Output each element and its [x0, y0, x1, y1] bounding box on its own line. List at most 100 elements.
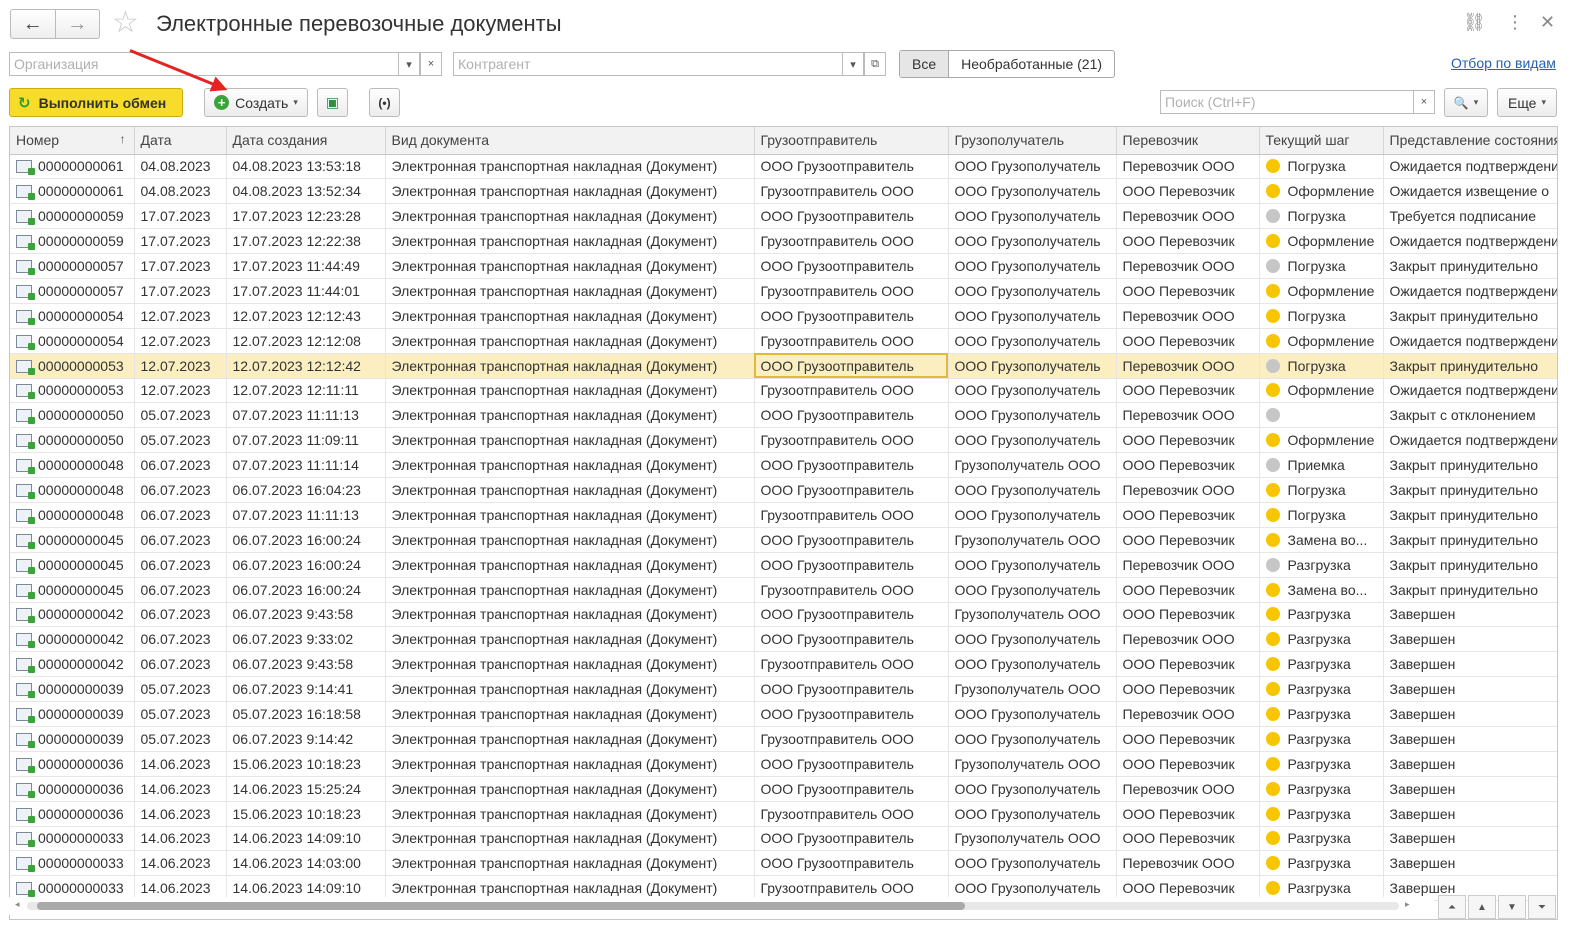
created-cell[interactable]: 06.07.2023 16:00:24 [226, 552, 386, 578]
document-kind-cell[interactable]: Электронная транспортная накладная (Доку… [385, 278, 755, 304]
link-icon[interactable]: ⛓ [1463, 10, 1486, 34]
consignee-cell[interactable]: Грузополучатель ООО [948, 826, 1117, 852]
document-kind-cell[interactable]: Электронная транспортная накладная (Доку… [385, 701, 755, 727]
date-cell[interactable]: 06.07.2023 [134, 626, 227, 653]
search-button[interactable]: 🔍 ▾ [1444, 88, 1488, 117]
created-cell[interactable]: 06.07.2023 9:14:41 [226, 676, 386, 703]
consignee-cell[interactable]: ООО Грузополучатель [948, 701, 1117, 727]
created-cell[interactable]: 06.07.2023 16:04:23 [226, 477, 386, 503]
consignee-cell[interactable]: ООО Грузополучатель [948, 353, 1117, 379]
table-row[interactable]: 00000000039 05.07.2023 06.07.2023 9:14:42 Э… [10, 726, 1557, 752]
counterparty-open-button[interactable]: ⧉ [864, 52, 886, 76]
search-clear-button[interactable]: × [1413, 90, 1435, 114]
shipper-cell[interactable]: ООО Грузоотправитель [754, 452, 949, 479]
date-cell[interactable]: 14.06.2023 [134, 850, 227, 877]
number-cell[interactable]: 00000000036 [10, 751, 135, 777]
number-cell[interactable]: 00000000039 [10, 701, 135, 727]
number-cell[interactable]: 00000000045 [10, 577, 135, 603]
document-kind-cell[interactable]: Электронная транспортная накладная (Доку… [385, 801, 755, 827]
kind-filter-link[interactable]: Отбор по видам [1451, 55, 1556, 71]
number-cell[interactable]: 00000000048 [10, 477, 135, 503]
date-cell[interactable]: 12.07.2023 [134, 378, 227, 404]
table-row[interactable]: 00000000054 12.07.2023 12.07.2023 12:12:43… [10, 303, 1557, 329]
current-step-cell[interactable]: Приемка [1259, 452, 1384, 479]
consignee-cell[interactable]: ООО Грузополучатель [948, 477, 1117, 503]
carrier-cell[interactable]: ООО Перевозчик [1116, 751, 1260, 777]
shipper-cell[interactable]: ООО Грузоотправитель [754, 826, 949, 852]
current-step-cell[interactable]: Погрузка [1259, 154, 1384, 180]
current-step-cell[interactable]: Оформление [1259, 328, 1384, 354]
shipper-cell[interactable]: ООО Грузоотправитель [754, 626, 949, 653]
state-cell[interactable]: Ожидается подтверждение [1383, 278, 1557, 304]
current-step-cell[interactable]: Оформление [1259, 228, 1384, 255]
table-row[interactable]: 00000000048 06.07.2023 07.07.2023 11:11:14… [10, 452, 1557, 479]
forward-button[interactable]: → [54, 10, 100, 38]
document-kind-cell[interactable]: Электронная транспортная накладная (Доку… [385, 577, 755, 603]
table-row[interactable]: 00000000061 04.08.2023 04.08.2023 13:53:18… [10, 154, 1557, 180]
table-row[interactable]: 00000000048 06.07.2023 07.07.2023 11:11:13… [10, 502, 1557, 528]
table-row[interactable]: 00000000036 14.06.2023 14.06.2023 15:25:24… [10, 776, 1557, 802]
search-field[interactable] [1160, 90, 1414, 114]
consignee-cell[interactable]: ООО Грузополучатель [948, 203, 1117, 230]
shipper-cell[interactable]: Грузоотправитель ООО [754, 328, 949, 354]
consignee-cell[interactable]: ООО Грузополучатель [948, 626, 1117, 653]
table-row[interactable]: 00000000050 05.07.2023 07.07.2023 11:09:11… [10, 427, 1557, 454]
column-header[interactable]: Вид документа [385, 127, 755, 155]
signal-button[interactable]: (•) [369, 88, 400, 117]
current-step-cell[interactable]: Замена во... [1259, 577, 1384, 603]
shipper-cell[interactable]: Грузоотправитель ООО [754, 502, 949, 528]
filter-all-button[interactable]: Все [900, 51, 950, 77]
shipper-cell[interactable]: Грузоотправитель ООО [754, 228, 949, 255]
date-cell[interactable]: 06.07.2023 [134, 602, 227, 628]
carrier-cell[interactable]: ООО Перевозчик [1116, 278, 1260, 304]
document-kind-cell[interactable]: Электронная транспортная накладная (Доку… [385, 452, 755, 479]
consignee-cell[interactable]: ООО Грузополучатель [948, 502, 1117, 528]
organization-dropdown-button[interactable]: ▾ [398, 52, 420, 76]
table-row[interactable]: 00000000050 05.07.2023 07.07.2023 11:11:13… [10, 402, 1557, 429]
table-row[interactable]: 00000000042 06.07.2023 06.07.2023 9:33:02 Э… [10, 626, 1557, 653]
table-row[interactable]: 00000000053 12.07.2023 12.07.2023 12:11:11… [10, 378, 1557, 404]
carrier-cell[interactable]: Перевозчик ООО [1116, 626, 1260, 653]
state-cell[interactable]: Закрыт принудительно [1383, 552, 1557, 578]
created-cell[interactable]: 12.07.2023 12:11:11 [226, 378, 386, 404]
shipper-cell[interactable]: ООО Грузоотправитель [754, 253, 949, 279]
consignee-cell[interactable]: ООО Грузополучатель [948, 253, 1117, 279]
created-cell[interactable]: 06.07.2023 16:00:24 [226, 527, 386, 553]
carrier-cell[interactable]: ООО Перевозчик [1116, 228, 1260, 255]
created-cell[interactable]: 14.06.2023 14:09:10 [226, 826, 386, 852]
state-cell[interactable]: Закрыт принудительно [1383, 303, 1557, 329]
consignee-cell[interactable]: ООО Грузополучатель [948, 178, 1117, 205]
go-up-button[interactable]: ▲ [1468, 895, 1496, 919]
document-kind-cell[interactable]: Электронная транспортная накладная (Доку… [385, 203, 755, 230]
consignee-cell[interactable]: ООО Грузополучатель [948, 801, 1117, 827]
current-step-cell[interactable]: Разгрузка [1259, 726, 1384, 752]
carrier-cell[interactable]: Перевозчик ООО [1116, 253, 1260, 279]
consignee-cell[interactable]: Грузополучатель ООО [948, 527, 1117, 553]
table-row[interactable]: 00000000061 04.08.2023 04.08.2023 13:52:34… [10, 178, 1557, 205]
more-actions-icon[interactable]: ⋮ [1506, 10, 1524, 34]
shipper-cell[interactable]: Грузоотправитель ООО [754, 651, 949, 678]
number-cell[interactable]: 00000000033 [10, 826, 135, 852]
date-cell[interactable]: 06.07.2023 [134, 452, 227, 479]
consignee-cell[interactable]: ООО Грузополучатель [948, 402, 1117, 429]
table-row[interactable]: 00000000042 06.07.2023 06.07.2023 9:43:58 Э… [10, 602, 1557, 628]
state-cell[interactable]: Закрыт принудительно [1383, 527, 1557, 553]
shipper-cell[interactable]: ООО Грузоотправитель [754, 602, 949, 628]
date-cell[interactable]: 14.06.2023 [134, 776, 227, 802]
created-cell[interactable]: 06.07.2023 9:43:58 [226, 651, 386, 678]
consignee-cell[interactable]: ООО Грузополучатель [948, 776, 1117, 802]
shipper-cell[interactable]: ООО Грузоотправитель [754, 353, 949, 379]
created-cell[interactable]: 12.07.2023 12:12:43 [226, 303, 386, 329]
go-last-button[interactable]: ⏷ [1528, 895, 1556, 919]
table-row[interactable]: 00000000036 14.06.2023 15.06.2023 10:18:23… [10, 751, 1557, 777]
document-kind-cell[interactable]: Электронная транспортная накладная (Доку… [385, 427, 755, 454]
date-cell[interactable]: 12.07.2023 [134, 353, 227, 379]
go-first-button[interactable]: ⏶ [1438, 895, 1466, 919]
shipper-cell[interactable]: Грузоотправитель ООО [754, 801, 949, 827]
consignee-cell[interactable]: ООО Грузополучатель [948, 328, 1117, 354]
shipper-cell[interactable]: ООО Грузоотправитель [754, 154, 949, 180]
number-cell[interactable]: 00000000045 [10, 527, 135, 553]
horizontal-scrollbar[interactable]: ◂ ▸ [9, 897, 1434, 915]
shipper-cell[interactable]: Грузоотправитель ООО [754, 427, 949, 454]
carrier-cell[interactable]: Перевозчик ООО [1116, 850, 1260, 877]
